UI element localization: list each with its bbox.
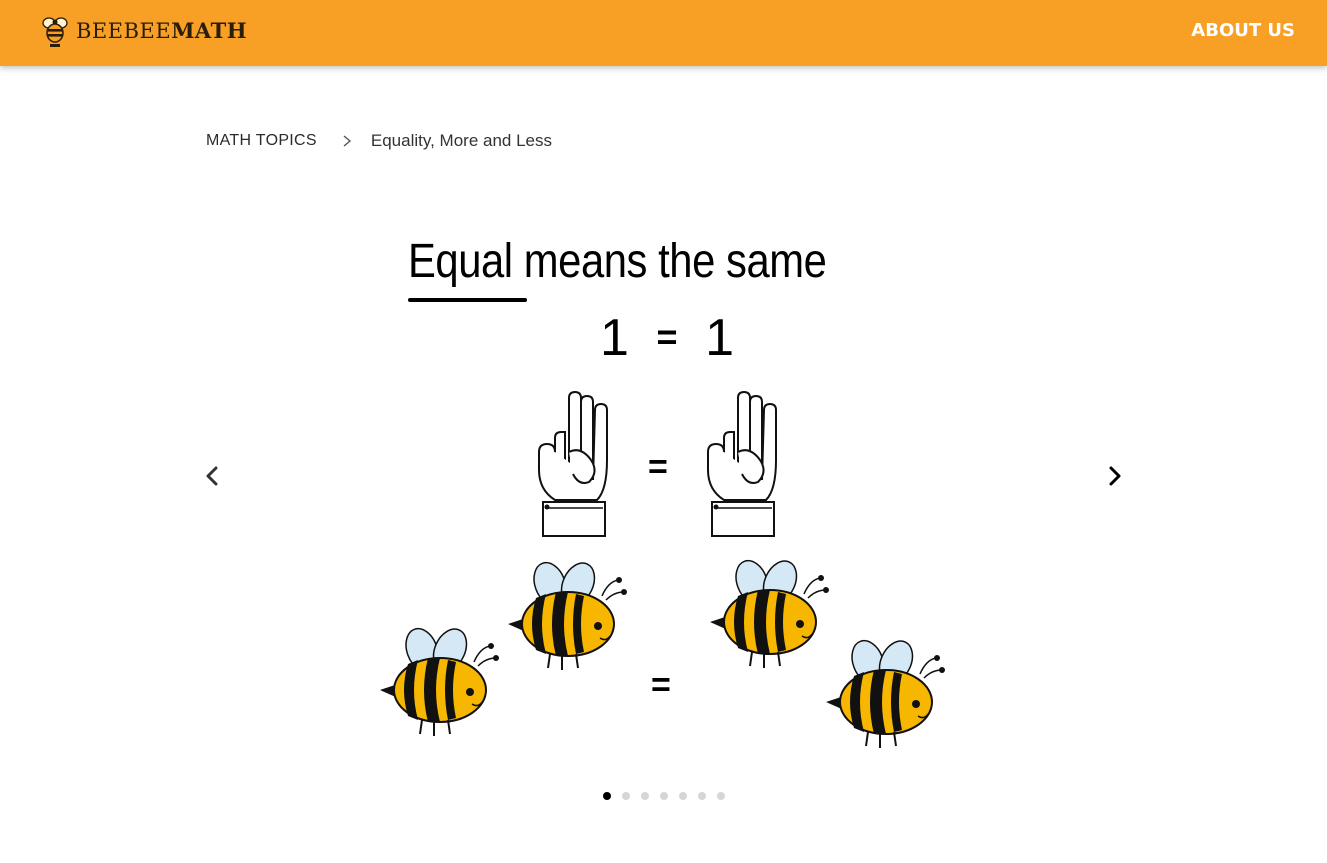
site-logo[interactable]: BEEBEEMATH: [40, 13, 247, 49]
bee-illustration: [506, 552, 628, 674]
slide-title: Equal means the same: [408, 234, 827, 289]
carousel-dot[interactable]: [717, 792, 725, 800]
logo-text-bold: MATH: [171, 18, 248, 43]
nav-about-us-link[interactable]: ABOUT US: [1191, 20, 1295, 41]
number-equation: 1 = 1: [600, 308, 734, 368]
title-underline: [408, 298, 527, 302]
carousel-pagination: [603, 792, 725, 800]
bee-logo-icon: [42, 17, 68, 47]
site-header: BEEBEEMATH ABOUT US: [0, 0, 1327, 66]
bee-illustration: [378, 618, 500, 740]
carousel-dot[interactable]: [679, 792, 687, 800]
bee-illustration: [824, 630, 946, 752]
logo-text-light: BEEBEE: [76, 19, 172, 43]
bee-illustration: [708, 550, 830, 672]
bees-equals-sign: =: [651, 666, 671, 704]
breadcrumb: MATH TOPICS Equality, More and Less: [206, 131, 552, 151]
carousel-dot[interactable]: [660, 792, 668, 800]
equals-sign: =: [656, 316, 678, 357]
carousel-dot[interactable]: [641, 792, 649, 800]
carousel-slide-image: Equal means the same 1 = 1 = =: [190, 220, 1137, 780]
hand-one-finger-icon: [538, 390, 608, 537]
logo-wordmark: BEEBEEMATH: [76, 13, 247, 49]
chevron-right-icon: [343, 135, 351, 147]
hands-equals-sign: =: [648, 448, 668, 486]
breadcrumb-current-page: Equality, More and Less: [370, 131, 552, 150]
left-number: 1: [600, 309, 629, 367]
image-carousel: Equal means the same 1 = 1 = =: [190, 220, 1137, 820]
carousel-dot[interactable]: [622, 792, 630, 800]
hand-one-finger-icon: [707, 390, 777, 537]
slide-title-underlined-word: Equal: [408, 235, 513, 288]
carousel-dot[interactable]: [603, 792, 611, 800]
carousel-dot[interactable]: [698, 792, 706, 800]
slide-title-rest: means the same: [512, 235, 827, 288]
breadcrumb-math-topics-link[interactable]: MATH TOPICS: [206, 132, 317, 150]
right-number: 1: [705, 309, 734, 367]
